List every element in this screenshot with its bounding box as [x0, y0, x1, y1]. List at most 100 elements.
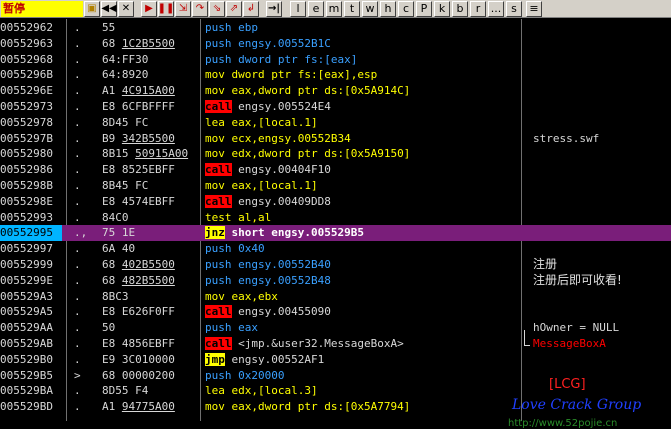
address: 0055298B	[0, 179, 53, 192]
operands: engsy.00552B40	[238, 258, 331, 271]
operands: <jmp.&user32.MessageBoxA>	[238, 337, 404, 350]
instruction: push eax	[205, 320, 519, 336]
mnemonic: push	[205, 21, 232, 34]
hex-bytes: E8 8525EBFF	[102, 163, 175, 177]
disasm-row[interactable]: 0055296E. A1 4C915A00 mov eax,dword ptr ds…	[0, 83, 671, 99]
window-button[interactable]: l	[290, 0, 306, 17]
disassembly-pane[interactable]: 00552962. 55 push ebp 00552963. 68 1C2B5500 p…	[0, 19, 671, 429]
hex-dump: 68 482B5500	[102, 273, 200, 289]
disasm-row[interactable]: 00552995., 75 1E jnz short engsy.005529B5	[0, 225, 671, 242]
disasm-row[interactable]: 00552962. 55 push ebp	[0, 20, 671, 36]
instruction: test al,al	[205, 210, 519, 226]
disasm-row[interactable]: 00552986. E8 8525EBFF call engsy.00404F10	[0, 162, 671, 178]
window-button[interactable]: m	[326, 0, 342, 17]
run-icon[interactable]: ▶	[141, 0, 157, 17]
step-over-icon[interactable]: ↷	[192, 0, 208, 17]
jump-marker: .	[74, 68, 81, 82]
window-button[interactable]: P	[416, 0, 432, 17]
disasm-row[interactable]: 00552997. 6A 40 push 0x40	[0, 241, 671, 257]
disasm-row[interactable]: 005529AB. E8 4856EBFF call <jmp.&user32.Me…	[0, 336, 671, 352]
disasm-row[interactable]: 00552999. 68 402B5500 push engsy.00552B40 注…	[0, 257, 671, 273]
goto-icon[interactable]: →|	[266, 0, 282, 17]
disasm-row[interactable]: 00552980. 8B15 50915A00 mov edx,dword ptr …	[0, 146, 671, 162]
status-paused-label: 暂停	[1, 0, 83, 17]
address: 00552995	[0, 225, 62, 242]
window-button[interactable]: h	[380, 0, 396, 17]
hex-bytes: A1	[102, 400, 122, 414]
menu-icon[interactable]: ≡	[526, 0, 542, 17]
mnemonic: mov	[205, 68, 225, 82]
operands: eax,dword ptr ds:[0x5A7794]	[231, 400, 411, 414]
mnemonic: test	[205, 210, 232, 224]
jump-marker: .	[74, 258, 81, 271]
operands: eax,ebx	[231, 289, 278, 303]
window-button[interactable]: e	[308, 0, 324, 17]
address: 00552973	[0, 100, 53, 113]
trace-into-icon[interactable]: ⇘	[209, 0, 225, 17]
window-button[interactable]: s	[506, 0, 522, 17]
address: 00552968	[0, 52, 53, 66]
disasm-row[interactable]: 005529A5. E8 E626F0FF call engsy.00455090	[0, 304, 671, 320]
execute-till-return-icon[interactable]: ↲	[243, 0, 259, 17]
disasm-row[interactable]: 005529AA. 50 push eax hOwner = NULL	[0, 320, 671, 336]
close-icon[interactable]: ✕	[118, 0, 134, 17]
address: 0055296E	[0, 84, 53, 98]
instruction: mov eax,dword ptr ds:[0x5A7794]	[205, 399, 519, 415]
operands: 0x20000	[238, 368, 285, 382]
address: 00552978	[0, 115, 53, 129]
hex-dump: 64:8920	[102, 67, 200, 83]
restart-icon[interactable]: ◀◀	[101, 0, 117, 17]
mnemonic: push	[205, 52, 232, 66]
hex-bytes: 8BC3	[102, 289, 129, 303]
window-button[interactable]: r	[470, 0, 486, 17]
disasm-row[interactable]: 00552993. 84C0 test al,al	[0, 210, 671, 226]
hex-bytes: 8D55 F4	[102, 384, 149, 398]
address: 0055296B	[0, 68, 53, 82]
window-button[interactable]: w	[362, 0, 378, 17]
disasm-row[interactable]: 00552978. 8D45 FC lea eax,[local.1]	[0, 115, 671, 131]
disasm-row[interactable]: 00552968. 64:FF30 push dword ptr fs:[eax]	[0, 52, 671, 68]
address: 0055298E	[0, 194, 53, 208]
window-button[interactable]: c	[398, 0, 414, 17]
mnemonic: mov	[205, 179, 225, 192]
step-into-icon[interactable]: ⇲	[175, 0, 191, 17]
instruction: push engsy.00552B48	[205, 273, 519, 289]
disasm-row[interactable]: 0055298E. E8 4574EBFF call engsy.00409DD8	[0, 194, 671, 210]
address: 00552999	[0, 258, 53, 271]
operands: edx,dword ptr ds:[0x5A9150]	[231, 147, 411, 161]
open-file-icon[interactable]: ▣	[84, 0, 100, 17]
hex-bytes: 8B45 FC	[102, 179, 149, 192]
disasm-row[interactable]: 00552973. E8 6CFBFFFF call engsy.005524E4	[0, 99, 671, 115]
window-button[interactable]: t	[344, 0, 360, 17]
hex-address-bytes: 482B5500	[121, 273, 175, 287]
hex-dump: E8 E626F0FF	[102, 304, 200, 320]
disasm-row[interactable]: 005529A3. 8BC3 mov eax,ebx	[0, 289, 671, 305]
disasm-row[interactable]: 00552963. 68 1C2B5500 push engsy.00552B1C	[0, 36, 671, 52]
mnemonic: call	[205, 194, 232, 208]
hex-bytes: 64:8920	[102, 68, 149, 82]
disasm-row[interactable]: 0055299E. 68 482B5500 push engsy.00552B48 注…	[0, 273, 671, 289]
mnemonic: push	[205, 242, 232, 256]
jump-marker: .	[74, 210, 81, 224]
address: 00552980	[0, 147, 53, 161]
instruction: push engsy.00552B1C	[205, 36, 519, 52]
disasm-row[interactable]: 005529B0. E9 3C010000 jmp engsy.00552AF1	[0, 352, 671, 368]
address: 005529A5	[0, 305, 53, 319]
watermark-url: http://www.52pojie.cn	[508, 418, 618, 429]
operands: engsy.005524E4	[238, 100, 331, 113]
window-button[interactable]: ...	[488, 0, 504, 17]
disasm-row[interactable]: 0055296B. 64:8920 mov dword ptr fs:[eax],e…	[0, 67, 671, 83]
address: 0055299E	[0, 273, 53, 287]
disasm-row[interactable]: 0055298B. 8B45 FC mov eax,[local.1]	[0, 178, 671, 194]
disasm-row[interactable]: 0055297B. B9 342B5500 mov ecx,engsy.00552B…	[0, 131, 671, 147]
window-button[interactable]: b	[452, 0, 468, 17]
instruction: lea edx,[local.3]	[205, 383, 519, 399]
instruction: call <jmp.&user32.MessageBoxA>	[205, 336, 519, 352]
instruction: mov eax,dword ptr ds:[0x5A914C]	[205, 83, 519, 99]
trace-over-icon[interactable]: ⇗	[226, 0, 242, 17]
hex-address-bytes: 1C2B5500	[121, 36, 175, 50]
jump-marker: .	[74, 273, 81, 287]
window-button[interactable]: k	[434, 0, 450, 17]
mnemonic: push	[205, 273, 232, 287]
pause-icon[interactable]: ❚❚	[158, 0, 174, 17]
